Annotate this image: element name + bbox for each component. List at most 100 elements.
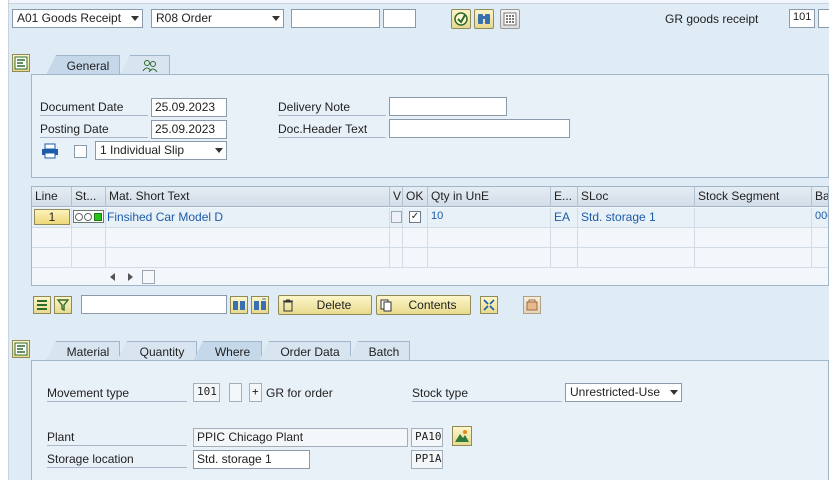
collapse-header-icon[interactable] [12,54,30,72]
column-header[interactable]: Bat [812,187,828,207]
column-header[interactable]: OK [403,187,428,207]
execute-icon[interactable] [451,9,471,29]
column-header[interactable]: Line [32,187,72,207]
chevron-down-icon [215,148,223,153]
plant-name-field: PPIC Chicago Plant [193,428,408,447]
top-strip [9,0,829,4]
qty-cell[interactable]: 10 [428,208,551,228]
slip-dropdown-value: 1 Individual Slip [100,143,185,157]
find-icon[interactable] [474,9,494,29]
item-table: Line St... Mat. Short Text V OK Qty in U… [31,186,829,286]
stock-type-label: Stock type [412,386,562,402]
chevron-down-icon [131,16,139,21]
movement-sign-field[interactable]: + [249,383,262,402]
status-cell [72,208,106,228]
tab-partner[interactable] [120,55,170,75]
print-checkbox[interactable] [74,145,87,158]
table-row[interactable] [32,228,828,248]
tab-material[interactable]: Material [46,341,120,361]
tab-where-label: Where [214,344,251,359]
reference-dropdown-value: R08 Order [156,11,213,25]
storage-location-code-field[interactable]: PP1A [411,450,443,469]
filter-icon[interactable] [54,296,72,314]
order-number-field[interactable] [291,9,380,28]
printer-icon[interactable] [40,143,60,159]
delete-button-label: Delete [316,298,352,312]
chevron-down-icon [272,16,280,21]
reference-dropdown[interactable]: R08 Order [151,9,284,28]
column-header[interactable]: St... [72,187,106,207]
table-row[interactable]: 1 Finsihed Car Model D ✓ 10 EA Std. stor… [32,208,828,228]
sloc-cell[interactable]: Std. storage 1 [578,208,695,228]
tab-quantity-label: Quantity [139,344,185,359]
tab-general[interactable]: General [46,55,120,75]
ok-checkbox[interactable]: ✓ [409,211,421,223]
stock-overview-icon[interactable] [523,296,541,314]
tab-quantity[interactable]: Quantity [117,341,197,361]
line-cell[interactable]: 1 [32,208,72,228]
plant-label: Plant [47,430,187,446]
chevron-down-icon [670,390,678,395]
tab-order-data[interactable]: Order Data [259,341,351,361]
column-header[interactable]: Mat. Short Text [106,187,390,207]
gr-goods-receipt-label: GR goods receipt [665,12,759,26]
ok-cell[interactable]: ✓ [403,208,428,228]
document-date-field[interactable]: 25.09.2023 [151,98,227,117]
slip-dropdown[interactable]: 1 Individual Slip [95,141,227,160]
delete-button[interactable]: Delete [278,295,372,315]
stock-segment-cell[interactable] [695,208,812,228]
table-row[interactable] [32,248,828,268]
item-search-field[interactable] [81,295,227,314]
tab-order-data-label: Order Data [280,344,340,359]
tab-general-label: General [66,58,110,73]
traffic-light-icon [73,210,104,223]
find-next-icon[interactable] [251,296,269,314]
batch-cell[interactable]: 000 [812,208,828,228]
doc-header-text-field[interactable] [389,119,570,138]
collapse-detail-icon[interactable] [12,340,30,358]
movement-type-field[interactable]: 101 [193,383,220,402]
plant-code-field[interactable]: PA10 [411,428,443,447]
line-number[interactable]: 1 [34,209,70,225]
scroll-left-icon[interactable] [110,273,115,281]
unit-cell[interactable]: EA [551,208,578,228]
gr-for-order-text: GR for order [266,386,333,400]
scroll-right-icon[interactable] [128,273,133,281]
column-header[interactable]: SLoc [578,187,695,207]
transaction-dropdown-value: A01 Goods Receipt [17,11,122,25]
order-item-field[interactable] [383,9,416,28]
find-icon[interactable] [230,296,248,314]
contents-button[interactable]: Contents [376,295,471,315]
column-header[interactable]: Qty in UnE [428,187,551,207]
tab-material-label: Material [66,344,110,359]
tab-where[interactable]: Where [193,341,262,361]
expand-icon[interactable] [480,296,498,314]
movement-code-field[interactable]: 101 [789,9,815,28]
posting-date-label: Posting Date [40,122,148,138]
stock-type-dropdown[interactable]: Unrestricted-Use [565,383,682,402]
column-header[interactable]: V [390,187,403,207]
plant-map-icon[interactable] [452,426,472,446]
column-header[interactable]: E... [551,187,578,207]
select-all-icon[interactable] [33,296,51,314]
partner-icon [142,59,158,72]
scroll-thumb[interactable] [142,270,155,284]
storage-location-label: Storage location [47,452,187,468]
tab-batch[interactable]: Batch [348,341,410,361]
v-cell[interactable] [390,208,403,228]
left-margin [0,0,9,480]
material-cell[interactable]: Finsihed Car Model D [106,208,390,228]
column-header[interactable]: Stock Segment [695,187,812,207]
document-date-label: Document Date [40,100,148,116]
horizontal-scrollbar[interactable] [108,270,155,284]
transaction-dropdown[interactable]: A01 Goods Receipt [12,9,143,28]
movement-indicator-field[interactable] [229,383,242,402]
movement-extra-field[interactable] [818,9,829,28]
calculator-icon[interactable] [500,9,520,29]
posting-date-field[interactable]: 25.09.2023 [151,120,227,139]
trash-icon [279,298,297,312]
delivery-note-field[interactable] [389,97,507,116]
storage-location-name-field[interactable]: Std. storage 1 [193,450,310,469]
stock-type-value: Unrestricted-Use [570,385,661,399]
contents-button-label: Contents [408,298,457,312]
